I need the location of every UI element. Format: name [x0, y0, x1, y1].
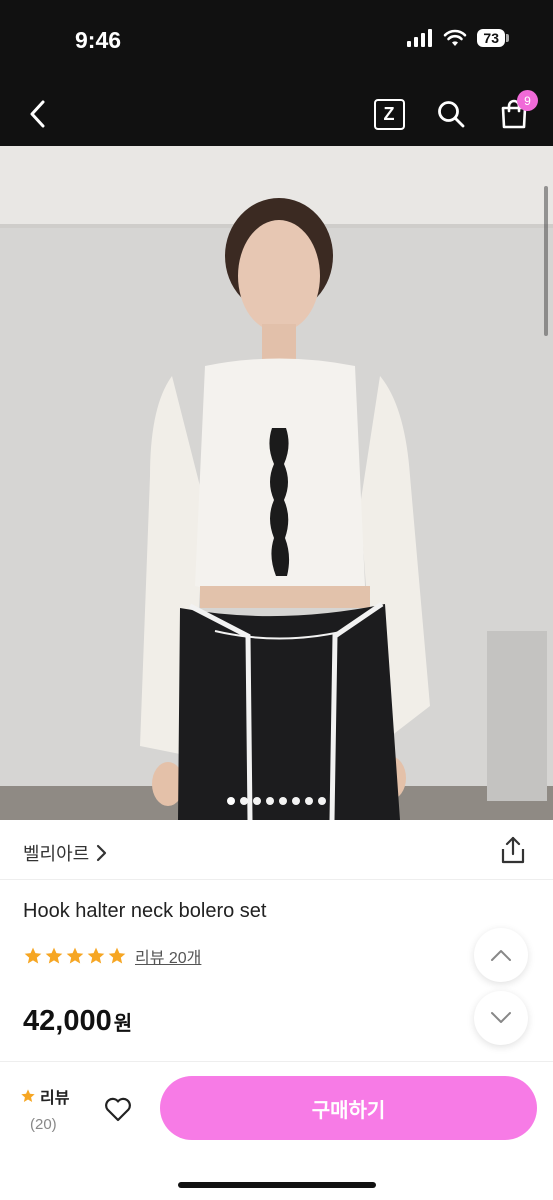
rating-row: 리뷰 20개	[23, 944, 201, 968]
star-icon	[108, 947, 126, 964]
product-title: Hook halter neck bolero set	[23, 900, 267, 922]
gallery-dot[interactable]	[227, 797, 235, 805]
star-icon	[87, 947, 105, 964]
z-icon: Z	[373, 98, 405, 130]
chevron-down-icon	[491, 1012, 511, 1023]
product-price: 42,000 원	[23, 1005, 132, 1038]
price-value: 42,000	[23, 1005, 112, 1037]
brand-name: 벨리아르	[23, 844, 90, 864]
gallery-dot[interactable]	[305, 797, 313, 805]
buy-button[interactable]: 구매하기	[160, 1076, 537, 1140]
rating-stars	[23, 946, 127, 966]
wifi-icon	[444, 29, 467, 46]
brand-row: 벨리아르	[0, 820, 553, 880]
chevron-up-icon	[491, 950, 511, 961]
price-unit: 원	[113, 1013, 133, 1035]
brand-link[interactable]: 벨리아르	[23, 840, 107, 866]
search-button[interactable]	[431, 94, 471, 134]
cart-count-badge: 9	[517, 90, 538, 111]
status-time: 9:46	[75, 27, 122, 53]
gallery-dot[interactable]	[318, 797, 326, 805]
share-button[interactable]	[497, 834, 529, 866]
back-icon	[30, 100, 45, 128]
gallery-dot[interactable]	[279, 797, 287, 805]
battery-tip	[506, 34, 509, 42]
review-count-link[interactable]: 리뷰 20개	[135, 944, 201, 968]
star-icon	[21, 1089, 35, 1102]
review-label: 리뷰	[40, 1090, 70, 1107]
cart-button[interactable]: 9	[494, 90, 538, 134]
battery-indicator: 73	[477, 29, 509, 47]
back-button[interactable]	[18, 94, 58, 134]
z-button[interactable]: Z	[369, 94, 409, 134]
product-photo	[0, 146, 553, 820]
bottom-action-bar: 리뷰 (20) 구매하기	[0, 1061, 553, 1200]
share-icon	[501, 836, 525, 864]
status-icons: 73	[407, 29, 509, 47]
status-bar: 9:46 73	[0, 0, 553, 82]
star-icon	[66, 947, 84, 964]
battery-level: 73	[477, 29, 505, 47]
heart-icon	[105, 1097, 131, 1122]
gallery-dot[interactable]	[266, 797, 274, 805]
scroll-up-button[interactable]	[474, 928, 528, 982]
scroll-down-button[interactable]	[474, 991, 528, 1045]
top-nav-bar: Z 9	[0, 82, 553, 146]
product-image-gallery[interactable]	[0, 146, 553, 820]
gallery-dots	[0, 797, 553, 805]
review-summary-label: 리뷰	[20, 1084, 69, 1108]
star-icon	[45, 947, 63, 964]
chevron-right-icon	[97, 844, 107, 862]
search-icon	[438, 101, 465, 128]
gallery-dot[interactable]	[253, 797, 261, 805]
review-count: (20)	[30, 1116, 57, 1133]
scroll-indicator[interactable]	[544, 186, 548, 336]
gallery-dot[interactable]	[292, 797, 300, 805]
signal-icon	[407, 29, 433, 47]
star-icon	[24, 947, 42, 964]
review-summary[interactable]: 리뷰 (20)	[20, 1084, 69, 1133]
gallery-dot[interactable]	[240, 797, 248, 805]
home-indicator	[178, 1182, 376, 1188]
wishlist-button[interactable]	[103, 1094, 133, 1124]
